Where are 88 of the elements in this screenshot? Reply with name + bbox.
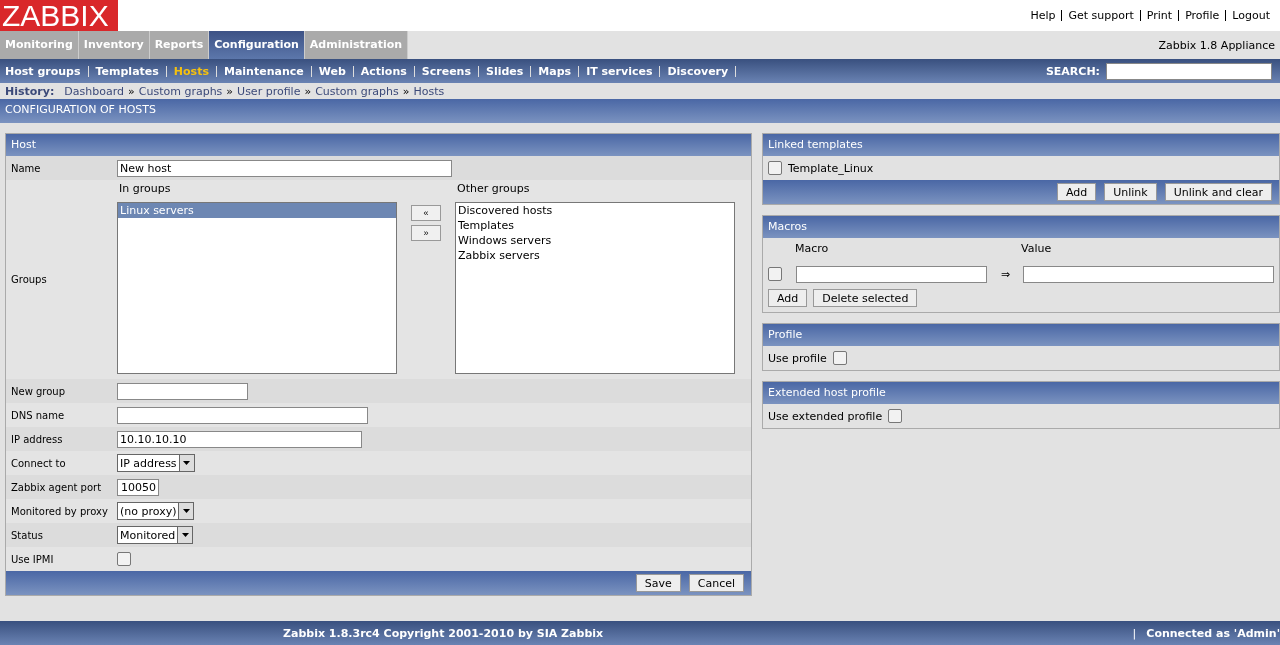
- nav-link[interactable]: Slides: [485, 64, 524, 78]
- checkbox[interactable]: [117, 552, 131, 566]
- input-field[interactable]: [117, 406, 368, 424]
- list-item[interactable]: Windows servers: [456, 233, 734, 248]
- field-label: Status: [10, 529, 44, 541]
- input-field[interactable]: [1023, 265, 1274, 283]
- breadcrumb-link[interactable]: Dashboard: [64, 84, 125, 98]
- column-header: Macro: [794, 242, 830, 257]
- nav-link[interactable]: Web: [318, 64, 346, 78]
- breadcrumb-link[interactable]: Custom graphs: [315, 84, 399, 98]
- move-button[interactable]: »: [411, 225, 441, 241]
- field-label: Monitored by proxy: [10, 505, 109, 517]
- list-item[interactable]: Zabbix servers: [456, 248, 734, 263]
- checkbox[interactable]: [888, 409, 903, 423]
- input-field[interactable]: 10050: [117, 478, 159, 496]
- nav-link[interactable]: IT services: [586, 64, 653, 78]
- list-heading: Other groups: [456, 182, 531, 195]
- nav-link[interactable]: Templates: [95, 64, 159, 78]
- field-label: DNS name: [10, 409, 66, 421]
- search-label: SEARCH:: [1045, 64, 1100, 78]
- list-box[interactable]: Linux servers: [117, 202, 397, 374]
- input-field[interactable]: 10.10.10.10: [117, 430, 362, 448]
- list-item[interactable]: Discovered hosts: [456, 203, 734, 218]
- button[interactable]: Save: [635, 574, 681, 592]
- dropdown[interactable]: (no proxy): [117, 502, 195, 520]
- field-label: New group: [10, 385, 67, 397]
- field-label: Use extended profile: [768, 409, 883, 423]
- dropdown[interactable]: Monitored: [117, 526, 194, 544]
- panel-title: Host: [6, 134, 751, 156]
- copyright-text: Zabbix 1.8.3rc4 Copyright 2001-2010 by SIA Zabbix: [283, 626, 605, 640]
- panel-title: Profile: [763, 324, 1279, 346]
- separator: |: [1132, 626, 1138, 640]
- link[interactable]: Print: [1146, 9, 1173, 22]
- panel-title: Extended host profile: [763, 382, 1279, 404]
- breadcrumb-separator: »: [402, 84, 410, 98]
- link[interactable]: Help: [1030, 9, 1056, 22]
- breadcrumb-link[interactable]: Hosts: [413, 84, 445, 98]
- nav-link[interactable]: Discovery: [667, 64, 729, 78]
- tab[interactable]: Configuration: [209, 31, 305, 59]
- checkbox[interactable]: [768, 267, 782, 281]
- panel-title: Linked templates: [763, 134, 1279, 156]
- link[interactable]: Get support: [1068, 9, 1134, 22]
- panel-title: Macros: [763, 216, 1279, 238]
- button[interactable]: Unlink: [1104, 183, 1157, 201]
- button[interactable]: Unlink and clear: [1164, 183, 1272, 201]
- list-item[interactable]: Templates: [456, 218, 734, 233]
- field-label: Use profile: [768, 351, 827, 365]
- button[interactable]: Delete selected: [813, 289, 918, 307]
- input-field[interactable]: [796, 265, 987, 283]
- list-box[interactable]: Discovered hosts Templates Windows servers Zabbix servers: [455, 202, 735, 374]
- column-header: Value: [1021, 242, 1052, 257]
- nav-link[interactable]: Actions: [360, 64, 407, 78]
- link[interactable]: Profile: [1185, 9, 1220, 22]
- field-label: Zabbix agent port: [10, 481, 103, 493]
- button[interactable]: Add: [768, 289, 808, 307]
- button[interactable]: Cancel: [688, 574, 744, 592]
- dropdown[interactable]: IP address: [117, 454, 195, 472]
- field-label: Use IPMI: [10, 553, 55, 565]
- breadcrumb-link[interactable]: User profile: [237, 84, 301, 98]
- field-label: Name: [10, 162, 42, 174]
- input-field[interactable]: [117, 382, 248, 400]
- field-label: IP address: [10, 433, 64, 445]
- logo: ZABBIX: [0, 0, 118, 31]
- breadcrumb-link[interactable]: Custom graphs: [138, 84, 223, 98]
- move-button[interactable]: «: [411, 205, 441, 221]
- button[interactable]: Add: [1056, 183, 1097, 201]
- page-title: CONFIGURATION OF HOSTS: [0, 99, 1280, 123]
- list-heading: In groups: [118, 182, 172, 195]
- nav-link[interactable]: Maps: [538, 64, 572, 78]
- nav-link[interactable]: Screens: [421, 64, 471, 78]
- nav-link[interactable]: Host groups: [5, 64, 81, 78]
- field-label: Groups: [10, 274, 48, 285]
- breadcrumb-separator: »: [226, 84, 234, 98]
- checkbox[interactable]: [832, 351, 847, 365]
- connection-status: Connected as 'Admin': [1146, 626, 1280, 640]
- history-label: History:: [5, 84, 55, 98]
- field-label: Connect to: [10, 457, 67, 469]
- breadcrumb-separator: »: [304, 84, 312, 98]
- list-item[interactable]: Linux servers: [118, 203, 396, 218]
- link[interactable]: Logout: [1232, 9, 1270, 22]
- input-field[interactable]: New host: [117, 159, 452, 177]
- nav-link[interactable]: Maintenance: [223, 64, 304, 78]
- template-name: Template_Linux: [788, 161, 874, 175]
- input-field[interactable]: [1106, 62, 1272, 80]
- arrow-symbol: ⇒: [1001, 267, 1009, 281]
- breadcrumb-separator: »: [128, 84, 135, 98]
- appliance-label: Zabbix 1.8 Appliance: [1158, 38, 1276, 52]
- checkbox[interactable]: [768, 161, 782, 175]
